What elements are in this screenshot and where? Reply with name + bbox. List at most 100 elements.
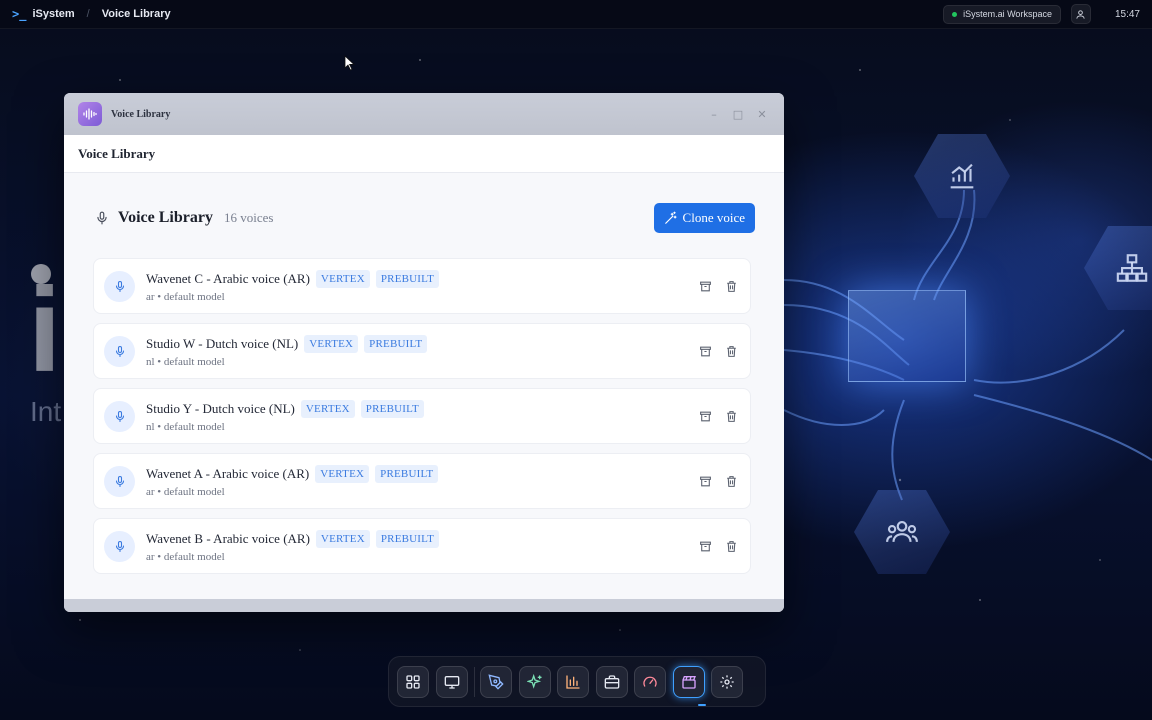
type-tag: PREBUILT (375, 270, 439, 288)
type-tag: PREBUILT (375, 530, 439, 548)
dock-work-button[interactable] (595, 665, 628, 698)
dock-desktop-button[interactable] (435, 665, 468, 698)
hierarchy-icon (1116, 254, 1148, 282)
brand[interactable]: >_ iSystem (12, 7, 75, 21)
maximize-icon[interactable]: □ (732, 108, 744, 121)
trash-icon[interactable] (724, 539, 738, 553)
dock-media-button[interactable] (672, 665, 705, 698)
voice-row[interactable]: Studio W - Dutch voice (NL) VERTEX PREBU… (93, 323, 751, 379)
row-actions (698, 539, 738, 553)
type-tag: PREBUILT (360, 400, 424, 418)
mouse-cursor-icon (344, 55, 356, 71)
voice-avatar (104, 530, 135, 562)
dock-settings-button[interactable] (711, 665, 743, 698)
top-right-area: iSystem.ai Workspace 15:47 (943, 4, 1146, 24)
dock-performance-button[interactable] (634, 665, 666, 698)
background-subtitle: Int (30, 396, 62, 427)
dock-apps-button[interactable] (397, 665, 429, 698)
voice-library-content: Voice Library 16 voices Clone voice Wave… (64, 173, 784, 574)
dock (388, 656, 766, 707)
microphone-icon (115, 410, 124, 422)
users-icon (886, 521, 918, 543)
voice-avatar (104, 335, 135, 367)
microphone-icon (97, 211, 107, 225)
voice-name: Wavenet C - Arabic voice (AR) (146, 271, 310, 286)
archive-icon[interactable] (698, 279, 712, 293)
apps-grid-icon (406, 674, 420, 689)
background-brand-letter: i (28, 263, 62, 397)
voice-name: Wavenet B - Arabic voice (AR) (146, 531, 310, 546)
workspace-name: iSystem.ai Workspace (963, 9, 1052, 19)
dock-ai-button[interactable] (518, 665, 551, 698)
archive-icon[interactable] (698, 409, 712, 423)
voice-row[interactable]: Wavenet C - Arabic voice (AR) VERTEX PRE… (93, 258, 751, 314)
microphone-icon (115, 345, 124, 357)
provider-tag: VERTEX (300, 400, 355, 418)
dock-analytics-button[interactable] (557, 665, 589, 698)
provider-tag: VERTEX (315, 270, 370, 288)
waveform-icon (83, 108, 97, 120)
library-heading: Voice Library 16 voices Clone voice (93, 203, 755, 233)
briefcase-icon (604, 674, 619, 689)
breadcrumb-current-page[interactable]: Voice Library (102, 8, 171, 20)
microphone-icon (115, 280, 124, 292)
clock: 15:47 (1114, 8, 1140, 20)
archive-icon[interactable] (698, 474, 712, 488)
voice-row[interactable]: Wavenet B - Arabic voice (AR) VERTEX PRE… (93, 518, 751, 574)
close-icon[interactable]: ✕ (756, 108, 768, 121)
library-title: Voice Library (118, 209, 213, 226)
trash-icon[interactable] (724, 409, 738, 423)
brand-name: iSystem (32, 8, 75, 20)
voice-subtitle: nl • default model (146, 355, 225, 368)
microphone-icon (115, 475, 124, 487)
pen-tool-icon (488, 673, 504, 690)
window-title: Voice Library (111, 108, 171, 120)
dock-design-button[interactable] (480, 665, 512, 698)
trash-icon[interactable] (724, 474, 738, 488)
central-cube-graphic (848, 290, 966, 382)
archive-icon[interactable] (698, 539, 712, 553)
terminal-icon: >_ (12, 7, 27, 21)
voice-subtitle: ar • default model (146, 485, 225, 498)
voice-info: Studio Y - Dutch voice (NL) VERTEX PREBU… (146, 400, 424, 433)
voice-row[interactable]: Studio Y - Dutch voice (NL) VERTEX PREBU… (93, 388, 751, 444)
voice-count: 16 voices (223, 210, 274, 225)
voice-subtitle: ar • default model (146, 550, 225, 563)
app-icon (78, 102, 102, 126)
status-dot (952, 11, 958, 17)
row-actions (698, 474, 738, 488)
minimize-icon[interactable]: – (708, 108, 720, 121)
user-button[interactable] (1070, 4, 1091, 24)
row-actions (698, 344, 738, 358)
voice-avatar (104, 270, 135, 302)
clone-voice-label: Clone voice (682, 210, 745, 225)
workspace-selector[interactable]: iSystem.ai Workspace (943, 4, 1061, 24)
gear-icon (720, 674, 734, 689)
window-controls: – □ ✕ (708, 108, 768, 121)
sparkles-icon (526, 673, 542, 689)
row-actions (698, 279, 738, 293)
clone-voice-button[interactable]: Clone voice (653, 203, 755, 233)
voice-name: Studio Y - Dutch voice (NL) (146, 401, 295, 416)
archive-icon[interactable] (698, 344, 712, 358)
voice-info: Wavenet B - Arabic voice (AR) VERTEX PRE… (146, 530, 439, 563)
active-app-indicator (698, 704, 706, 706)
background-brand-dot (31, 264, 51, 284)
monitor-icon (444, 675, 459, 689)
dock-separator (474, 666, 475, 697)
voice-info: Studio W - Dutch voice (NL) VERTEX PREBU… (146, 335, 428, 368)
row-actions (698, 409, 738, 423)
window-header: Voice Library (64, 135, 784, 173)
trash-icon[interactable] (724, 344, 738, 358)
voice-avatar (104, 400, 135, 432)
window-titlebar[interactable]: Voice Library – □ ✕ (64, 93, 784, 135)
provider-tag: VERTEX (315, 465, 370, 483)
bar-chart-icon (950, 163, 974, 189)
voice-row[interactable]: Wavenet A - Arabic voice (AR) VERTEX PRE… (93, 453, 751, 509)
breadcrumb-separator: / (86, 8, 90, 20)
window-footer (64, 599, 784, 612)
voice-subtitle: ar • default model (146, 290, 225, 303)
trash-icon[interactable] (724, 279, 738, 293)
microphone-icon (115, 540, 124, 552)
type-tag: PREBUILT (375, 465, 439, 483)
